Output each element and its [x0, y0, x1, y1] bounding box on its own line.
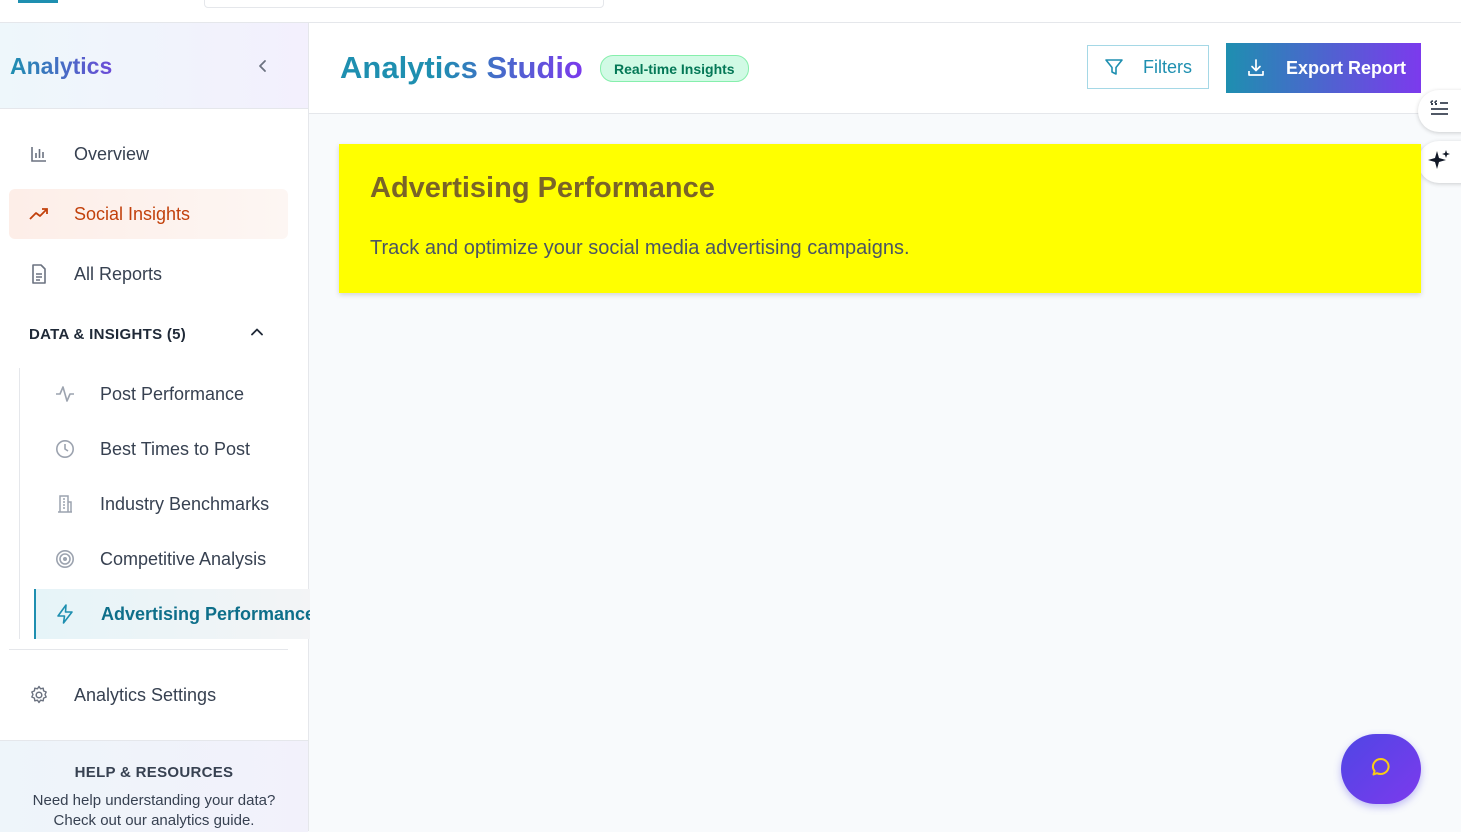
sidebar-item-social-insights[interactable]: Social Insights [9, 189, 288, 239]
list-quote-icon [1428, 99, 1450, 124]
download-icon [1245, 57, 1267, 79]
document-icon [28, 263, 50, 285]
sidebar-item-label: Analytics Settings [74, 684, 217, 705]
notes-tool-button[interactable] [1418, 90, 1461, 132]
sidebar-item-label: Best Times to Post [100, 438, 251, 459]
page-title: Analytics Studio [340, 50, 583, 85]
sidebar-item-all-reports[interactable]: All Reports [9, 249, 288, 299]
chat-button[interactable] [1341, 734, 1421, 804]
filters-button[interactable]: Filters [1087, 45, 1209, 89]
sidebar-item-label: All Reports [74, 263, 163, 284]
export-label: Export Report [1286, 57, 1407, 78]
chevron-up-icon[interactable] [250, 325, 264, 344]
sparkles-icon [1427, 148, 1451, 177]
sidebar-item-analytics-settings[interactable]: Analytics Settings [9, 670, 288, 720]
target-icon [54, 548, 76, 570]
sidebar-item-post-performance[interactable]: Post Performance [35, 370, 288, 418]
banner-title: Advertising Performance [370, 172, 715, 204]
filters-label: Filters [1143, 56, 1192, 77]
filter-icon [1103, 56, 1125, 78]
main-header: Analytics Studio Real-time Insights Filt… [309, 23, 1461, 114]
advertising-performance-banner: Advertising Performance Track and optimi… [339, 144, 1421, 293]
clock-icon [54, 438, 76, 460]
sidebar-item-overview[interactable]: Overview [9, 129, 288, 179]
submenu-guide-line [19, 368, 20, 639]
chat-bubble-icon [1369, 755, 1393, 784]
sidebar-item-best-times[interactable]: Best Times to Post [35, 425, 288, 473]
sidebar-item-label: Competitive Analysis [100, 548, 267, 569]
chevron-left-icon[interactable] [252, 55, 274, 77]
ai-assist-button[interactable] [1418, 141, 1461, 183]
trending-up-icon [28, 203, 50, 225]
sidebar-item-label: Social Insights [74, 203, 191, 224]
sidebar-item-label: Industry Benchmarks [100, 493, 270, 514]
sidebar-item-label: Post Performance [100, 383, 245, 404]
building-icon [54, 493, 76, 515]
banner-description: Track and optimize your social media adv… [370, 237, 910, 259]
export-report-button[interactable]: Export Report [1226, 43, 1421, 93]
gear-icon [28, 684, 50, 706]
sidebar: Analytics Overview Social Insights All R… [0, 23, 310, 832]
sidebar-item-label: Advertising Performance [101, 603, 310, 624]
sidebar-divider [9, 649, 288, 650]
logo-fragment [18, 0, 58, 3]
search-input[interactable] [204, 0, 604, 8]
sidebar-item-label: Overview [74, 143, 150, 164]
activity-icon [54, 383, 76, 405]
help-resources-panel: HELP & RESOURCES Need help understanding… [0, 740, 308, 832]
help-title: HELP & RESOURCES [74, 764, 234, 781]
help-text-line-1: Need help understanding your data? [32, 792, 276, 809]
lightning-icon [55, 603, 75, 625]
top-bar [0, 0, 1461, 23]
sidebar-title: Analytics [10, 53, 113, 79]
sidebar-item-industry-benchmarks[interactable]: Industry Benchmarks [35, 480, 288, 528]
sidebar-header: Analytics [0, 23, 308, 109]
help-text-line-2[interactable]: Check out our analytics guide. [0, 811, 308, 831]
status-badge: Real-time Insights [600, 55, 749, 82]
bar-chart-icon [28, 143, 50, 165]
section-data-insights[interactable]: DATA & INSIGHTS (5) [29, 323, 279, 345]
sidebar-item-advertising-performance[interactable]: Advertising Performance [34, 589, 310, 639]
section-label: DATA & INSIGHTS (5) [29, 325, 187, 343]
sidebar-item-competitive-analysis[interactable]: Competitive Analysis [35, 535, 288, 583]
